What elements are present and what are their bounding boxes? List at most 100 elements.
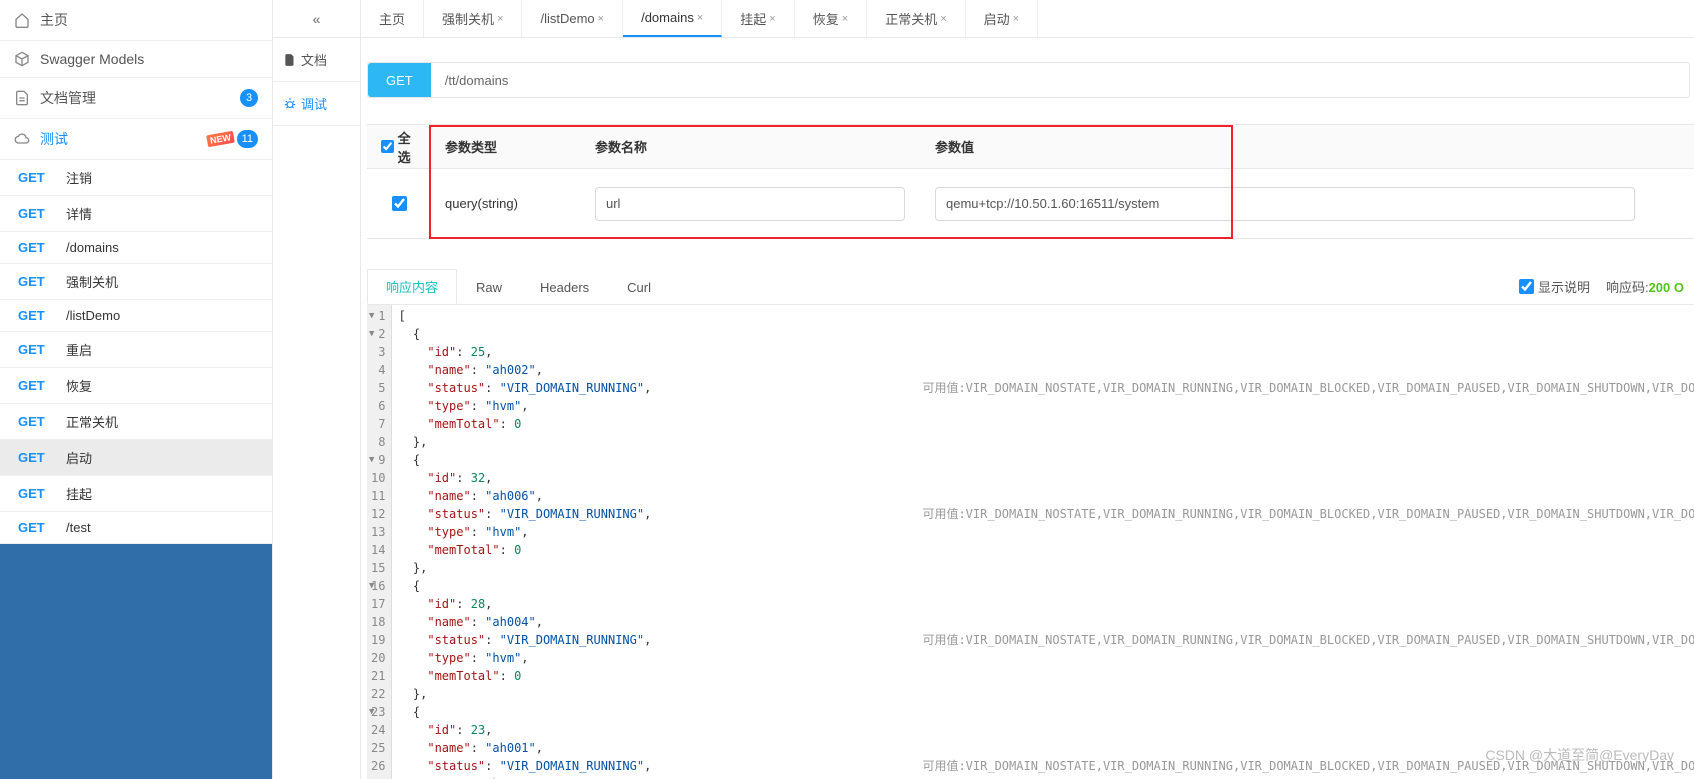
tab-2[interactable]: /listDemo × bbox=[522, 0, 623, 37]
http-method: GET bbox=[18, 170, 66, 185]
count-badge: 3 bbox=[240, 89, 258, 107]
collapse-button[interactable]: « bbox=[273, 0, 360, 38]
http-method: GET bbox=[18, 450, 66, 465]
http-method: GET bbox=[18, 486, 66, 501]
close-icon[interactable]: × bbox=[697, 12, 703, 24]
http-method-badge: GET bbox=[368, 63, 431, 97]
line-gutter: ▼1▼2345678▼9101112131415▼16171819202122▼… bbox=[367, 305, 392, 779]
show-desc-toggle[interactable]: 显示说明 bbox=[1519, 277, 1590, 296]
select-all-label: 全选 bbox=[398, 128, 417, 166]
response-tab-3[interactable]: Curl bbox=[608, 269, 670, 304]
tab-3[interactable]: /domains× bbox=[623, 0, 722, 37]
tab-label: 恢复 bbox=[813, 9, 839, 28]
api-row-1[interactable]: GET详情 bbox=[0, 196, 272, 232]
sidebar-item-label: 主页 bbox=[40, 10, 68, 30]
tab-6[interactable]: 正常关机× bbox=[867, 0, 965, 37]
show-desc-checkbox[interactable] bbox=[1519, 279, 1534, 294]
api-label: /test bbox=[66, 520, 91, 535]
home-icon bbox=[14, 12, 32, 28]
select-all-checkbox[interactable] bbox=[381, 139, 394, 154]
side-tab-label: 调试 bbox=[301, 94, 327, 113]
tab-label: 主页 bbox=[379, 9, 405, 28]
api-row-10[interactable]: GET/test bbox=[0, 512, 272, 544]
enum-hint: 可用值:VIR_DOMAIN_NOSTATE,VIR_DOMAIN_RUNNIN… bbox=[922, 379, 1694, 397]
tab-label: 挂起 bbox=[740, 9, 766, 28]
api-label: 正常关机 bbox=[66, 412, 118, 431]
api-row-5[interactable]: GET重启 bbox=[0, 332, 272, 368]
enum-hint: 可用值:VIR_DOMAIN_NOSTATE,VIR_DOMAIN_RUNNIN… bbox=[922, 757, 1694, 775]
col-param-type: 参数类型 bbox=[431, 137, 581, 156]
request-path: /tt/domains bbox=[431, 73, 523, 88]
param-type-text: query(string) bbox=[431, 196, 581, 211]
response-code-label: 响应码:200 O bbox=[1606, 277, 1684, 296]
parameters-table: 全选 参数类型 参数名称 参数值 query(string) bbox=[367, 124, 1694, 239]
code-body[interactable]: [ { "id": 25, "name": "ah002", "status":… bbox=[392, 305, 1694, 779]
select-all-cell[interactable]: 全选 bbox=[367, 128, 431, 166]
main-area: 主页强制关机×/listDemo×/domains×挂起×恢复×正常关机×启动×… bbox=[361, 0, 1694, 779]
close-icon[interactable]: × bbox=[598, 13, 604, 25]
http-method: GET bbox=[18, 308, 66, 323]
api-row-6[interactable]: GET恢复 bbox=[0, 368, 272, 404]
api-label: 启动 bbox=[66, 448, 92, 467]
cube-icon bbox=[14, 51, 32, 67]
http-method: GET bbox=[18, 274, 66, 289]
bug-icon bbox=[283, 97, 297, 111]
tab-label: 强制关机 bbox=[442, 9, 494, 28]
tab-1[interactable]: 强制关机× bbox=[424, 0, 522, 37]
http-method: GET bbox=[18, 342, 66, 357]
close-icon[interactable]: × bbox=[497, 13, 503, 25]
response-body: ▼1▼2345678▼9101112131415▼16171819202122▼… bbox=[367, 305, 1694, 779]
http-method: GET bbox=[18, 414, 66, 429]
new-badge: NEW bbox=[206, 131, 235, 148]
response-tab-1[interactable]: Raw bbox=[457, 269, 521, 304]
sidebar: 主页 Swagger Models 文档管理3 测试NEW11 GET注销GET… bbox=[0, 0, 273, 779]
param-name-input[interactable] bbox=[595, 187, 905, 221]
sidebar-item-label: Swagger Models bbox=[40, 51, 144, 67]
api-row-2[interactable]: GET/domains bbox=[0, 232, 272, 264]
api-row-4[interactable]: GET/listDemo bbox=[0, 300, 272, 332]
http-method: GET bbox=[18, 240, 66, 255]
sidebar-item-0[interactable]: 主页 bbox=[0, 0, 272, 41]
side-tab-1[interactable]: 调试 bbox=[273, 82, 360, 126]
file-icon bbox=[283, 53, 297, 67]
side-tab-0[interactable]: 文档 bbox=[273, 38, 360, 82]
tab-5[interactable]: 恢复× bbox=[795, 0, 867, 37]
tab-label: /listDemo bbox=[540, 11, 594, 26]
api-label: /listDemo bbox=[66, 308, 120, 323]
close-icon[interactable]: × bbox=[940, 13, 946, 25]
tab-label: 正常关机 bbox=[885, 9, 937, 28]
api-row-7[interactable]: GET正常关机 bbox=[0, 404, 272, 440]
param-row-checkbox[interactable] bbox=[392, 196, 407, 211]
tab-7[interactable]: 启动× bbox=[966, 0, 1038, 37]
http-method: GET bbox=[18, 378, 66, 393]
sidebar-item-label: 文档管理 bbox=[40, 88, 96, 108]
close-icon[interactable]: × bbox=[842, 13, 848, 25]
api-row-0[interactable]: GET注销 bbox=[0, 160, 272, 196]
response-tab-0[interactable]: 响应内容 bbox=[367, 269, 457, 304]
cloud-icon bbox=[14, 131, 32, 147]
tab-label: /domains bbox=[641, 10, 694, 25]
api-row-8[interactable]: GET启动 bbox=[0, 440, 272, 476]
api-row-9[interactable]: GET挂起 bbox=[0, 476, 272, 512]
enum-hint: 可用值:VIR_DOMAIN_NOSTATE,VIR_DOMAIN_RUNNIN… bbox=[922, 505, 1694, 523]
close-icon[interactable]: × bbox=[1013, 13, 1019, 25]
sidebar-item-3[interactable]: 测试NEW11 bbox=[0, 119, 272, 160]
tab-4[interactable]: 挂起× bbox=[722, 0, 794, 37]
http-method: GET bbox=[18, 520, 66, 535]
api-label: 注销 bbox=[66, 168, 92, 187]
request-bar: GET /tt/domains bbox=[367, 62, 1690, 98]
api-row-3[interactable]: GET强制关机 bbox=[0, 264, 272, 300]
show-desc-label: 显示说明 bbox=[1538, 277, 1590, 296]
response-tabs: 响应内容RawHeadersCurl 显示说明 响应码:200 O bbox=[367, 269, 1694, 305]
sidebar-item-2[interactable]: 文档管理 3 bbox=[0, 78, 272, 119]
sidebar-filler bbox=[0, 544, 272, 779]
tab-0[interactable]: 主页 bbox=[361, 0, 424, 37]
param-value-input[interactable] bbox=[935, 187, 1635, 221]
api-label: 重启 bbox=[66, 340, 92, 359]
close-icon[interactable]: × bbox=[769, 13, 775, 25]
sidebar-item-label: 测试 bbox=[40, 129, 68, 149]
side-panel: « 文档调试 bbox=[273, 0, 361, 779]
response-tab-2[interactable]: Headers bbox=[521, 269, 608, 304]
sidebar-item-1[interactable]: Swagger Models bbox=[0, 41, 272, 78]
tab-label: 启动 bbox=[984, 9, 1010, 28]
